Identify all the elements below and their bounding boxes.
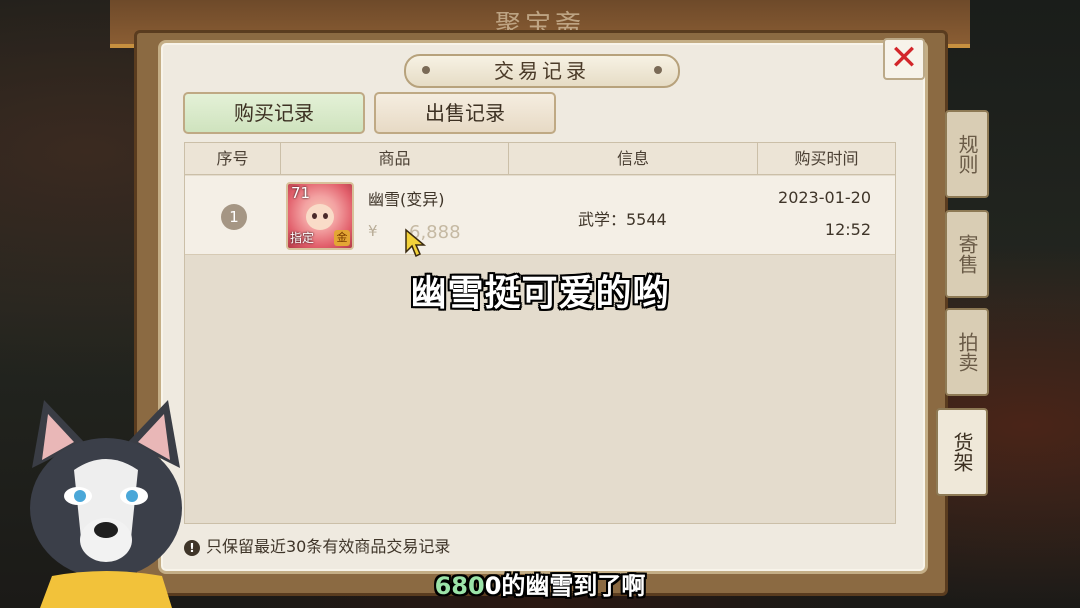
avatar-tag-designated: 指定 [290,231,315,245]
table-row[interactable]: 1 71 指定 金 幽雪(变异) ¥ 6,888 武学：5544 2023-01… [185,176,895,255]
item-info: 武学：5544 [578,210,667,229]
title-rivet-left [422,66,430,74]
subtitle-rest: 0的幽雪到了啊 [484,572,646,600]
tab-buy-records[interactable]: 购买记录 [183,92,365,134]
side-tab-rules[interactable]: 规则 [945,110,989,198]
header-info: 信息 [509,143,758,174]
subtitle-line-1: 幽雪挺可爱的哟 [410,273,670,314]
side-tab-auction[interactable]: 拍卖 [945,308,989,396]
table-header: 序号 商品 信息 购买时间 [185,143,895,175]
note-text: 只保留最近30条有效商品交易记录 [206,537,451,556]
item-name: 幽雪(变异) [368,190,445,209]
item-avatar[interactable]: 71 指定 金 [286,182,354,250]
dialog-title-plate: 交易记录 [404,54,680,88]
header-time: 购买时间 [794,149,859,168]
avatar-tag-gold: 金 [334,230,350,246]
header-item: 商品 [281,143,509,174]
character-face-icon [306,204,334,230]
avatar-level: 71 [291,184,311,202]
close-button[interactable]: ✕ [883,38,925,80]
dialog-title: 交易记录 [494,59,590,83]
records-note: ! 只保留最近30条有效商品交易记录 [184,533,450,557]
eye-right [323,213,328,219]
row-index-badge: 1 [221,204,247,230]
records-table: 序号 商品 信息 购买时间 1 71 指定 金 幽雪(变异) ¥ 6,888 武… [184,142,896,524]
subtitle-highlight: 680 [434,572,485,600]
tab-sell-records[interactable]: 出售记录 [374,92,556,134]
title-rivet-right [654,66,662,74]
header-index: 序号 [185,143,281,174]
side-tab-shelf[interactable]: 货架 [936,408,988,496]
currency-symbol: ¥ [368,222,378,240]
eye-left [312,213,317,219]
close-x-icon: ✕ [889,38,919,78]
purchase-time: 12:52 [824,220,871,239]
purchase-date: 2023-01-20 [778,188,871,207]
husky-avatar-icon [30,400,182,608]
mouse-cursor-icon [405,228,427,258]
